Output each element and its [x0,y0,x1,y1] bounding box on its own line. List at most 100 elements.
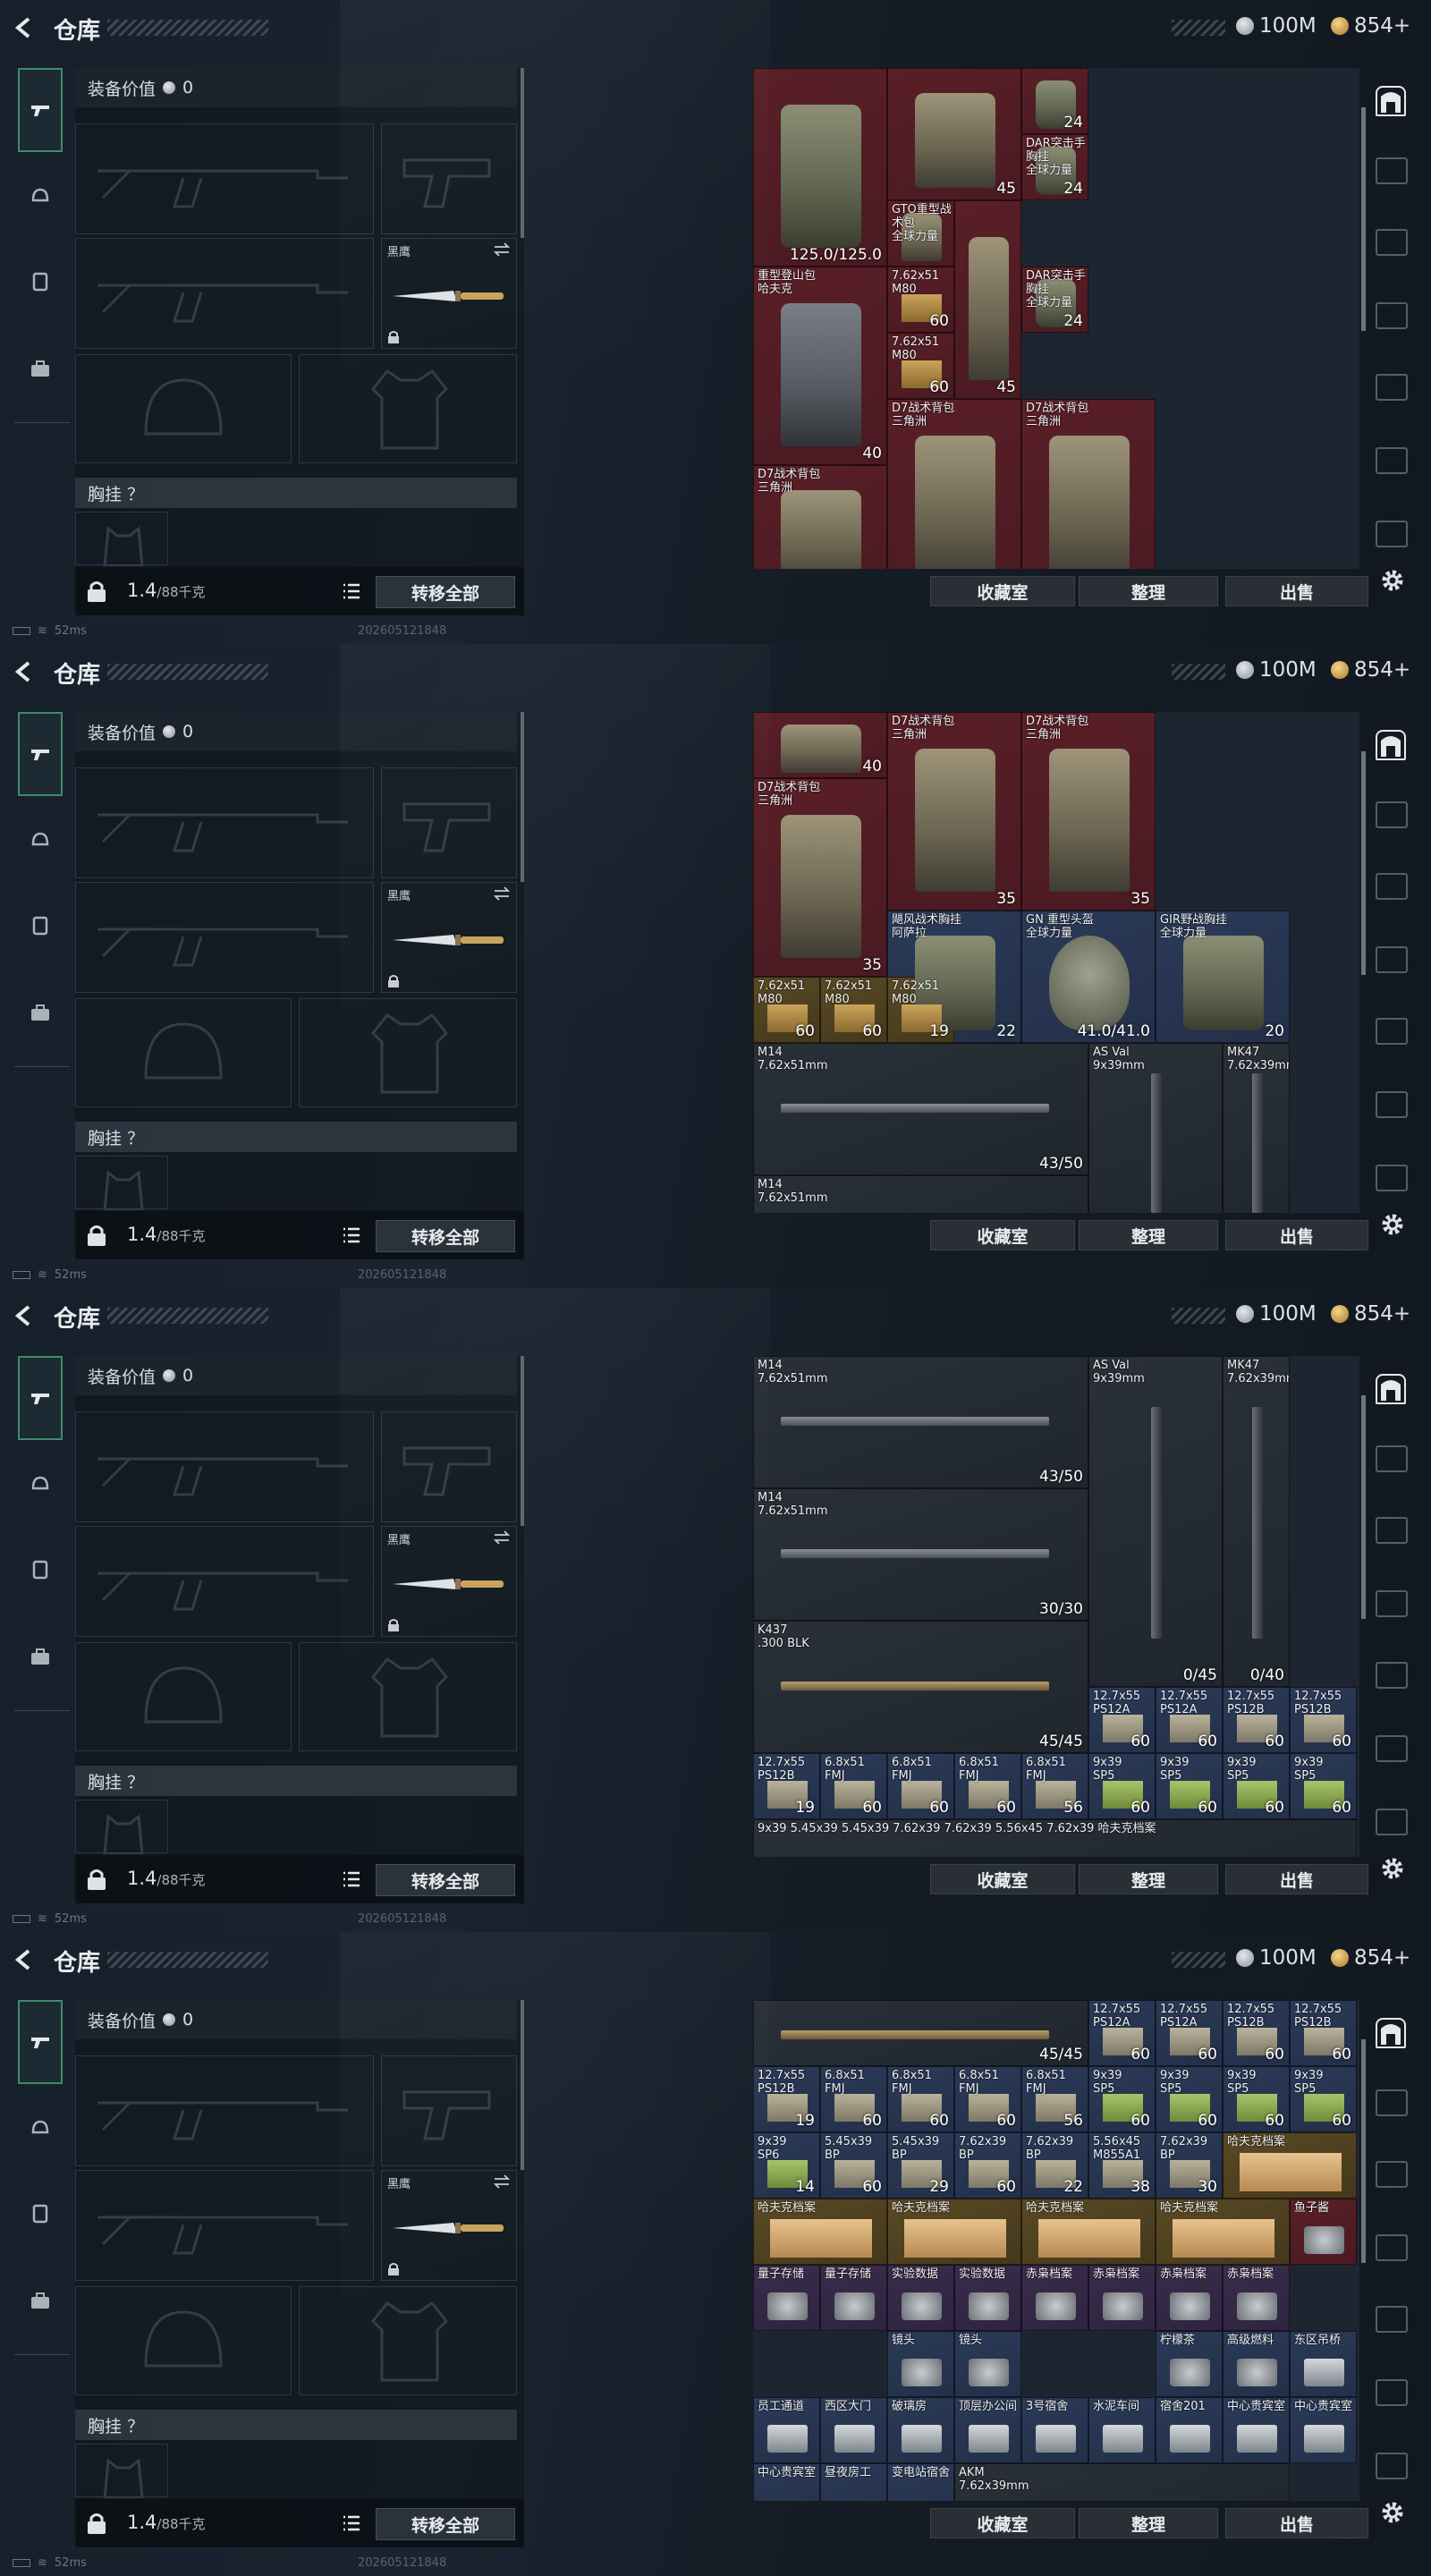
inventory-item[interactable]: 9x39 SP5 60 [1156,1753,1223,1819]
melee-slot[interactable]: 黑鹰 [381,238,517,349]
inventory-item[interactable]: 东区吊桥 [1290,2331,1357,2397]
primary-weapon-slot[interactable] [75,2055,374,2166]
sell-button[interactable]: 出售 [1225,1864,1368,1894]
organize-button[interactable]: 整理 [1079,1220,1218,1250]
inventory-item[interactable]: 7.62x39 BP 60 [954,2132,1021,2199]
sell-button[interactable]: 出售 [1225,1220,1368,1250]
inventory-item[interactable]: 7.62x51 M80 60 [820,977,887,1043]
inventory-item[interactable]: 12.7x55 PS12B 60 [1290,1687,1357,1753]
organize-button[interactable]: 整理 [1079,1864,1218,1894]
storage-tab-7[interactable] [1376,1165,1408,1191]
inventory-item[interactable]: 12.7x55 PS12A 60 [1156,1687,1223,1753]
helmet-slot[interactable] [75,1642,292,1751]
inventory-item[interactable]: 哈夫克档案 [1156,2199,1290,2265]
inventory-item[interactable]: 12.7x55 PS12B 60 [1223,1687,1290,1753]
inventory-item[interactable]: 9x39 SP5 60 [1088,2066,1156,2132]
chest-rig-slot[interactable] [75,1156,168,1210]
inventory-item[interactable]: 9x39 SP5 60 [1088,1753,1156,1819]
settings-gear-icon[interactable] [1379,1211,1406,1238]
inventory-item[interactable]: DAR突击手胸挂 全球力量 24 [1021,267,1088,333]
weight-lock-icon[interactable] [86,2512,107,2535]
armor-slot[interactable] [299,1642,517,1751]
inventory-item[interactable]: 5.45x39 BP 29 [887,2132,954,2199]
helmet-slot[interactable] [75,354,292,463]
tab-bags[interactable] [18,1615,63,1699]
inventory-item[interactable]: D7战术背包 三角洲 35 [887,712,1021,911]
inventory-item[interactable]: D7战术背包 三角洲 35 [1021,712,1156,911]
storage-tab-main[interactable] [1376,1374,1406,1404]
tab-gear[interactable] [18,2172,63,2256]
chest-rig-slot[interactable] [75,512,168,566]
collection-room-button[interactable]: 收藏室 [930,2508,1075,2538]
inventory-grid[interactable]: 40 D7战术背包 三角洲 35 D7战术背包 三角洲 35 D7战术背包 三角洲 35 飓风… [753,712,1359,1213]
inventory-item[interactable]: 9x39 SP6 14 [753,2132,820,2199]
inventory-item[interactable]: 45 [954,200,1021,399]
inventory-item[interactable]: 6.8x51 FMJ 56 [1021,1753,1088,1819]
secondary-weapon-slot[interactable] [75,238,374,349]
silver-currency[interactable]: 100M [1236,1302,1317,1326]
inventory-item[interactable]: 量子存储 [753,2265,820,2331]
inventory-item[interactable]: 12.7x55 PS12B 19 [753,2066,820,2132]
collection-room-button[interactable]: 收藏室 [930,1220,1075,1250]
equipment-scrollbar[interactable] [521,712,524,882]
organize-button[interactable]: 整理 [1079,2508,1218,2538]
settings-gear-icon[interactable] [1379,2499,1406,2526]
melee-slot[interactable]: 黑鹰 [381,1526,517,1637]
inventory-item[interactable]: 顶层办公间 [954,2397,1021,2463]
back-arrow-icon[interactable] [13,16,36,39]
inventory-item[interactable]: 中心贵宾室 [753,2463,820,2501]
melee-slot[interactable]: 黑鹰 [381,2170,517,2281]
gold-currency[interactable]: 854+ [1331,658,1410,682]
inventory-item[interactable]: 12.7x55 PS12B 60 [1290,2000,1357,2066]
storage-tab-2[interactable] [1376,2089,1408,2116]
tab-gear[interactable] [18,884,63,968]
inventory-item[interactable]: 破璃房 [887,2397,954,2463]
swap-icon[interactable] [493,242,511,257]
inventory-item[interactable]: 西区大门 [820,2397,887,2463]
melee-slot[interactable]: 黑鹰 [381,882,517,993]
pistol-slot[interactable] [381,2055,517,2166]
inventory-item[interactable]: GN 重型头盔 全球力量 41.0/41.0 [1021,911,1156,1043]
chest-rig-slot[interactable] [75,1800,168,1854]
transfer-all-button[interactable]: 转移全部 [376,2508,515,2540]
weight-lock-icon[interactable] [86,1224,107,1247]
storage-tab-5[interactable] [1376,1662,1408,1689]
tab-weapons[interactable] [18,1356,63,1440]
organize-button[interactable]: 整理 [1079,576,1218,606]
inventory-item[interactable]: 哈夫克档案 [1021,2199,1156,2265]
transfer-all-button[interactable]: 转移全部 [376,1864,515,1896]
inventory-item[interactable]: 柠檬茶 [1156,2331,1223,2397]
inventory-item[interactable]: 9x39 SP5 60 [1156,2066,1223,2132]
inventory-grid[interactable]: M14 7.62x51mm 43/50 AS Val 9x39mm 0/45 MK47 … [753,1356,1359,1857]
inventory-grid[interactable]: 45/45 12.7x55 PS12A 60 12.7x55 PS12A 60 12.7x… [753,2000,1359,2501]
helmet-slot[interactable] [75,998,292,1107]
tab-bags[interactable] [18,2259,63,2343]
weight-lock-icon[interactable] [86,580,107,603]
silver-currency[interactable]: 100M [1236,658,1317,682]
inventory-item[interactable]: D7战术背包 三角洲 35 [753,778,887,977]
storage-tab-3[interactable] [1376,873,1408,900]
storage-tab-main[interactable] [1376,730,1406,760]
chest-rig-slot[interactable] [75,2444,168,2498]
inventory-item[interactable]: GTO重型战术包 全球力量 [887,200,954,267]
storage-tab-2[interactable] [1376,1445,1408,1472]
storage-tab-6[interactable] [1376,447,1408,474]
inventory-scrollbar[interactable] [1361,2039,1366,2263]
sell-button[interactable]: 出售 [1225,2508,1368,2538]
armor-slot[interactable] [299,354,517,463]
inventory-item[interactable]: K437 .300 BLK 45/45 [753,1621,1088,1753]
tab-weapons[interactable] [18,712,63,796]
inventory-grid[interactable]: 125.0/125.0 45 24 DAR突击手胸挂 全球力量 24 GTO重型战术包 全… [753,68,1359,569]
storage-tab-4[interactable] [1376,1590,1408,1617]
inventory-item[interactable]: 3号宿舍 [1021,2397,1088,2463]
inventory-item[interactable]: 赤枭档案 [1088,2265,1156,2331]
primary-weapon-slot[interactable] [75,1411,374,1522]
storage-tab-6[interactable] [1376,1735,1408,1762]
pistol-slot[interactable] [381,123,517,234]
list-icon[interactable] [342,1869,361,1889]
equipment-scrollbar[interactable] [521,1356,524,1526]
swap-icon[interactable] [493,2174,511,2189]
inventory-item[interactable]: 量子存储 [820,2265,887,2331]
inventory-item[interactable]: 重型登山包 哈夫克 40 [753,267,887,465]
inventory-item[interactable]: 中心贵宾室 [1223,2397,1290,2463]
